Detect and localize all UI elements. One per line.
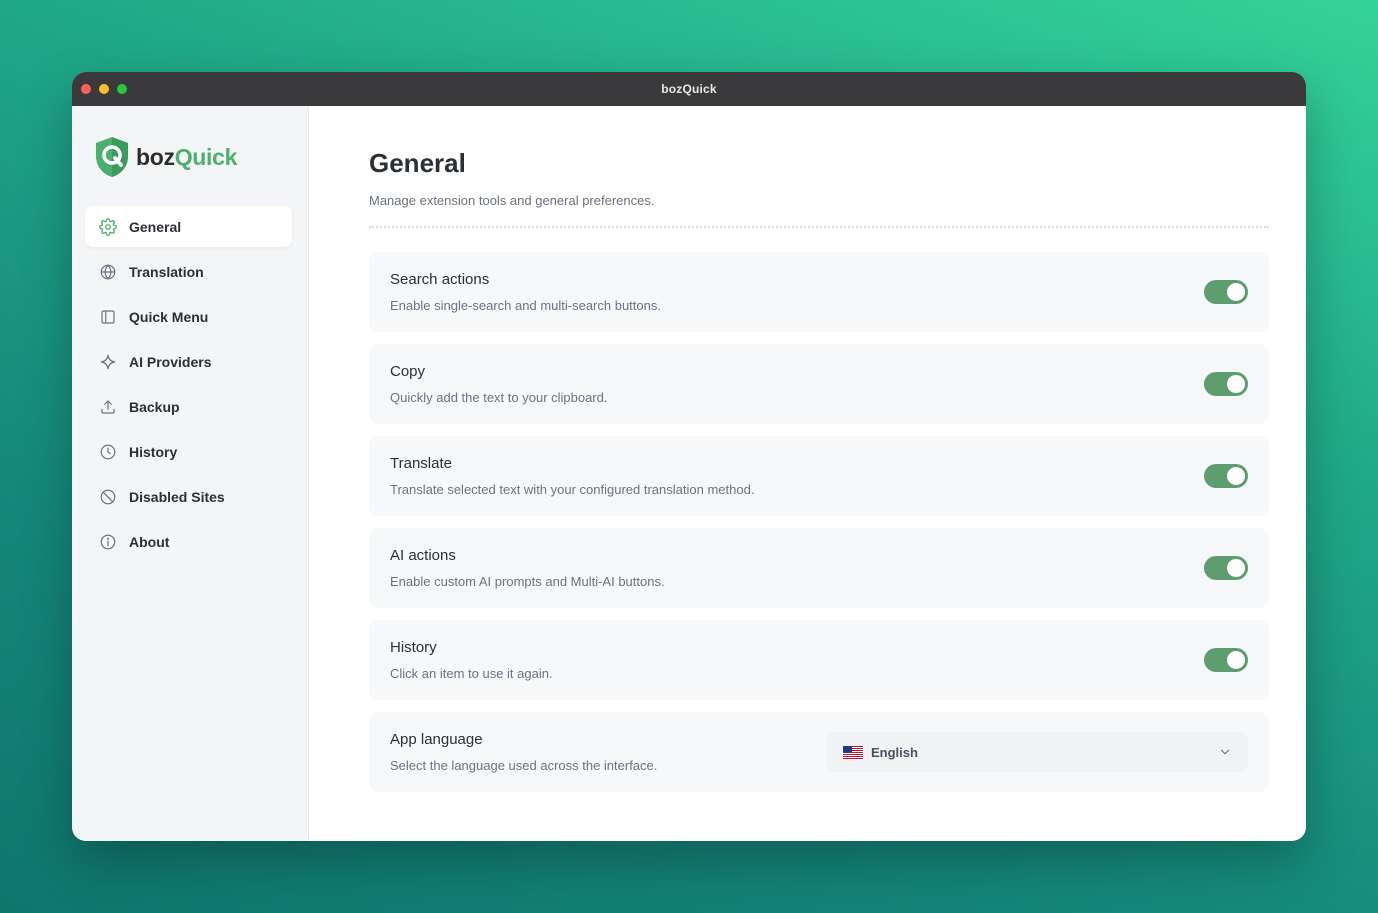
sidebar-nav: General Translation Quick Menu AI Provid… xyxy=(72,206,308,562)
setting-title: AI actions xyxy=(390,547,456,564)
setting-history: History Click an item to use it again. xyxy=(369,620,1269,700)
setting-title: Copy xyxy=(390,363,426,380)
sidebar-item-label: Translation xyxy=(129,263,204,280)
setting-title: App language xyxy=(390,731,483,748)
setting-translate: Translate Translate selected text with y… xyxy=(369,436,1269,516)
setting-title: Translate xyxy=(390,455,452,472)
setting-description: Translate selected text with your config… xyxy=(390,482,755,497)
sidebar-item-label: History xyxy=(129,443,178,460)
page-subtitle: Manage extension tools and general prefe… xyxy=(369,193,655,208)
maximize-window-button[interactable] xyxy=(117,84,127,94)
setting-description: Click an item to use it again. xyxy=(390,666,553,681)
sidebar-item-label: About xyxy=(129,533,170,550)
sidebar: bozQuick General Translation Quick Menu … xyxy=(72,106,309,841)
sidebar-item-ai-providers[interactable]: AI Providers xyxy=(85,341,292,382)
setting-app-language: App language Select the language used ac… xyxy=(369,712,1269,792)
window-controls xyxy=(81,84,127,94)
setting-description: Enable single-search and multi-search bu… xyxy=(390,298,661,313)
sidebar-item-backup[interactable]: Backup xyxy=(85,386,292,427)
ban-icon xyxy=(98,487,117,506)
setting-ai-actions: AI actions Enable custom AI prompts and … xyxy=(369,528,1269,608)
setting-description: Enable custom AI prompts and Multi-AI bu… xyxy=(390,574,665,589)
info-icon xyxy=(98,532,117,551)
close-window-button[interactable] xyxy=(81,84,91,94)
sidebar-item-about[interactable]: About xyxy=(85,521,292,562)
sidebar-item-translation[interactable]: Translation xyxy=(85,251,292,292)
sidebar-item-general[interactable]: General xyxy=(85,206,292,247)
clock-icon xyxy=(98,442,117,461)
language-select-value: English xyxy=(871,744,918,760)
gear-icon xyxy=(98,217,117,236)
setting-description: Select the language used across the inte… xyxy=(390,758,658,773)
setting-title: History xyxy=(390,639,437,656)
setting-description: Quickly add the text to your clipboard. xyxy=(390,390,608,405)
main-content: General Manage extension tools and gener… xyxy=(309,106,1306,841)
page-title: General xyxy=(369,148,466,178)
language-select[interactable]: English xyxy=(827,732,1248,772)
history-toggle[interactable] xyxy=(1204,648,1248,672)
sidebar-item-history[interactable]: History xyxy=(85,431,292,472)
shield-logo-icon xyxy=(96,137,128,177)
us-flag-icon xyxy=(843,745,863,759)
title-bar: bozQuick xyxy=(72,72,1306,106)
setting-title: Search actions xyxy=(390,271,490,288)
logo-wordmark: bozQuick xyxy=(136,143,238,170)
sidebar-item-label: Backup xyxy=(129,398,180,415)
app-logo: bozQuick xyxy=(72,134,308,180)
section-divider xyxy=(369,226,1269,228)
sidebar-item-label: Quick Menu xyxy=(129,308,209,325)
search-actions-toggle[interactable] xyxy=(1204,280,1248,304)
sparkle-icon xyxy=(98,352,117,371)
setting-search-actions: Search actions Enable single-search and … xyxy=(369,252,1269,332)
panel-icon xyxy=(98,307,117,326)
globe-icon xyxy=(98,262,117,281)
ai-actions-toggle[interactable] xyxy=(1204,556,1248,580)
sidebar-item-quick-menu[interactable]: Quick Menu xyxy=(85,296,292,337)
sidebar-item-label: AI Providers xyxy=(129,353,212,370)
setting-copy: Copy Quickly add the text to your clipbo… xyxy=(369,344,1269,424)
sidebar-item-label: Disabled Sites xyxy=(129,488,225,505)
app-window: bozQuick bozQuick General Translation Qu… xyxy=(72,72,1306,841)
minimize-window-button[interactable] xyxy=(99,84,109,94)
upload-icon xyxy=(98,397,117,416)
copy-toggle[interactable] xyxy=(1204,372,1248,396)
sidebar-item-disabled-sites[interactable]: Disabled Sites xyxy=(85,476,292,517)
chevron-down-icon xyxy=(1220,749,1230,755)
translate-toggle[interactable] xyxy=(1204,464,1248,488)
sidebar-item-label: General xyxy=(129,218,182,235)
window-title: bozQuick xyxy=(661,82,717,96)
